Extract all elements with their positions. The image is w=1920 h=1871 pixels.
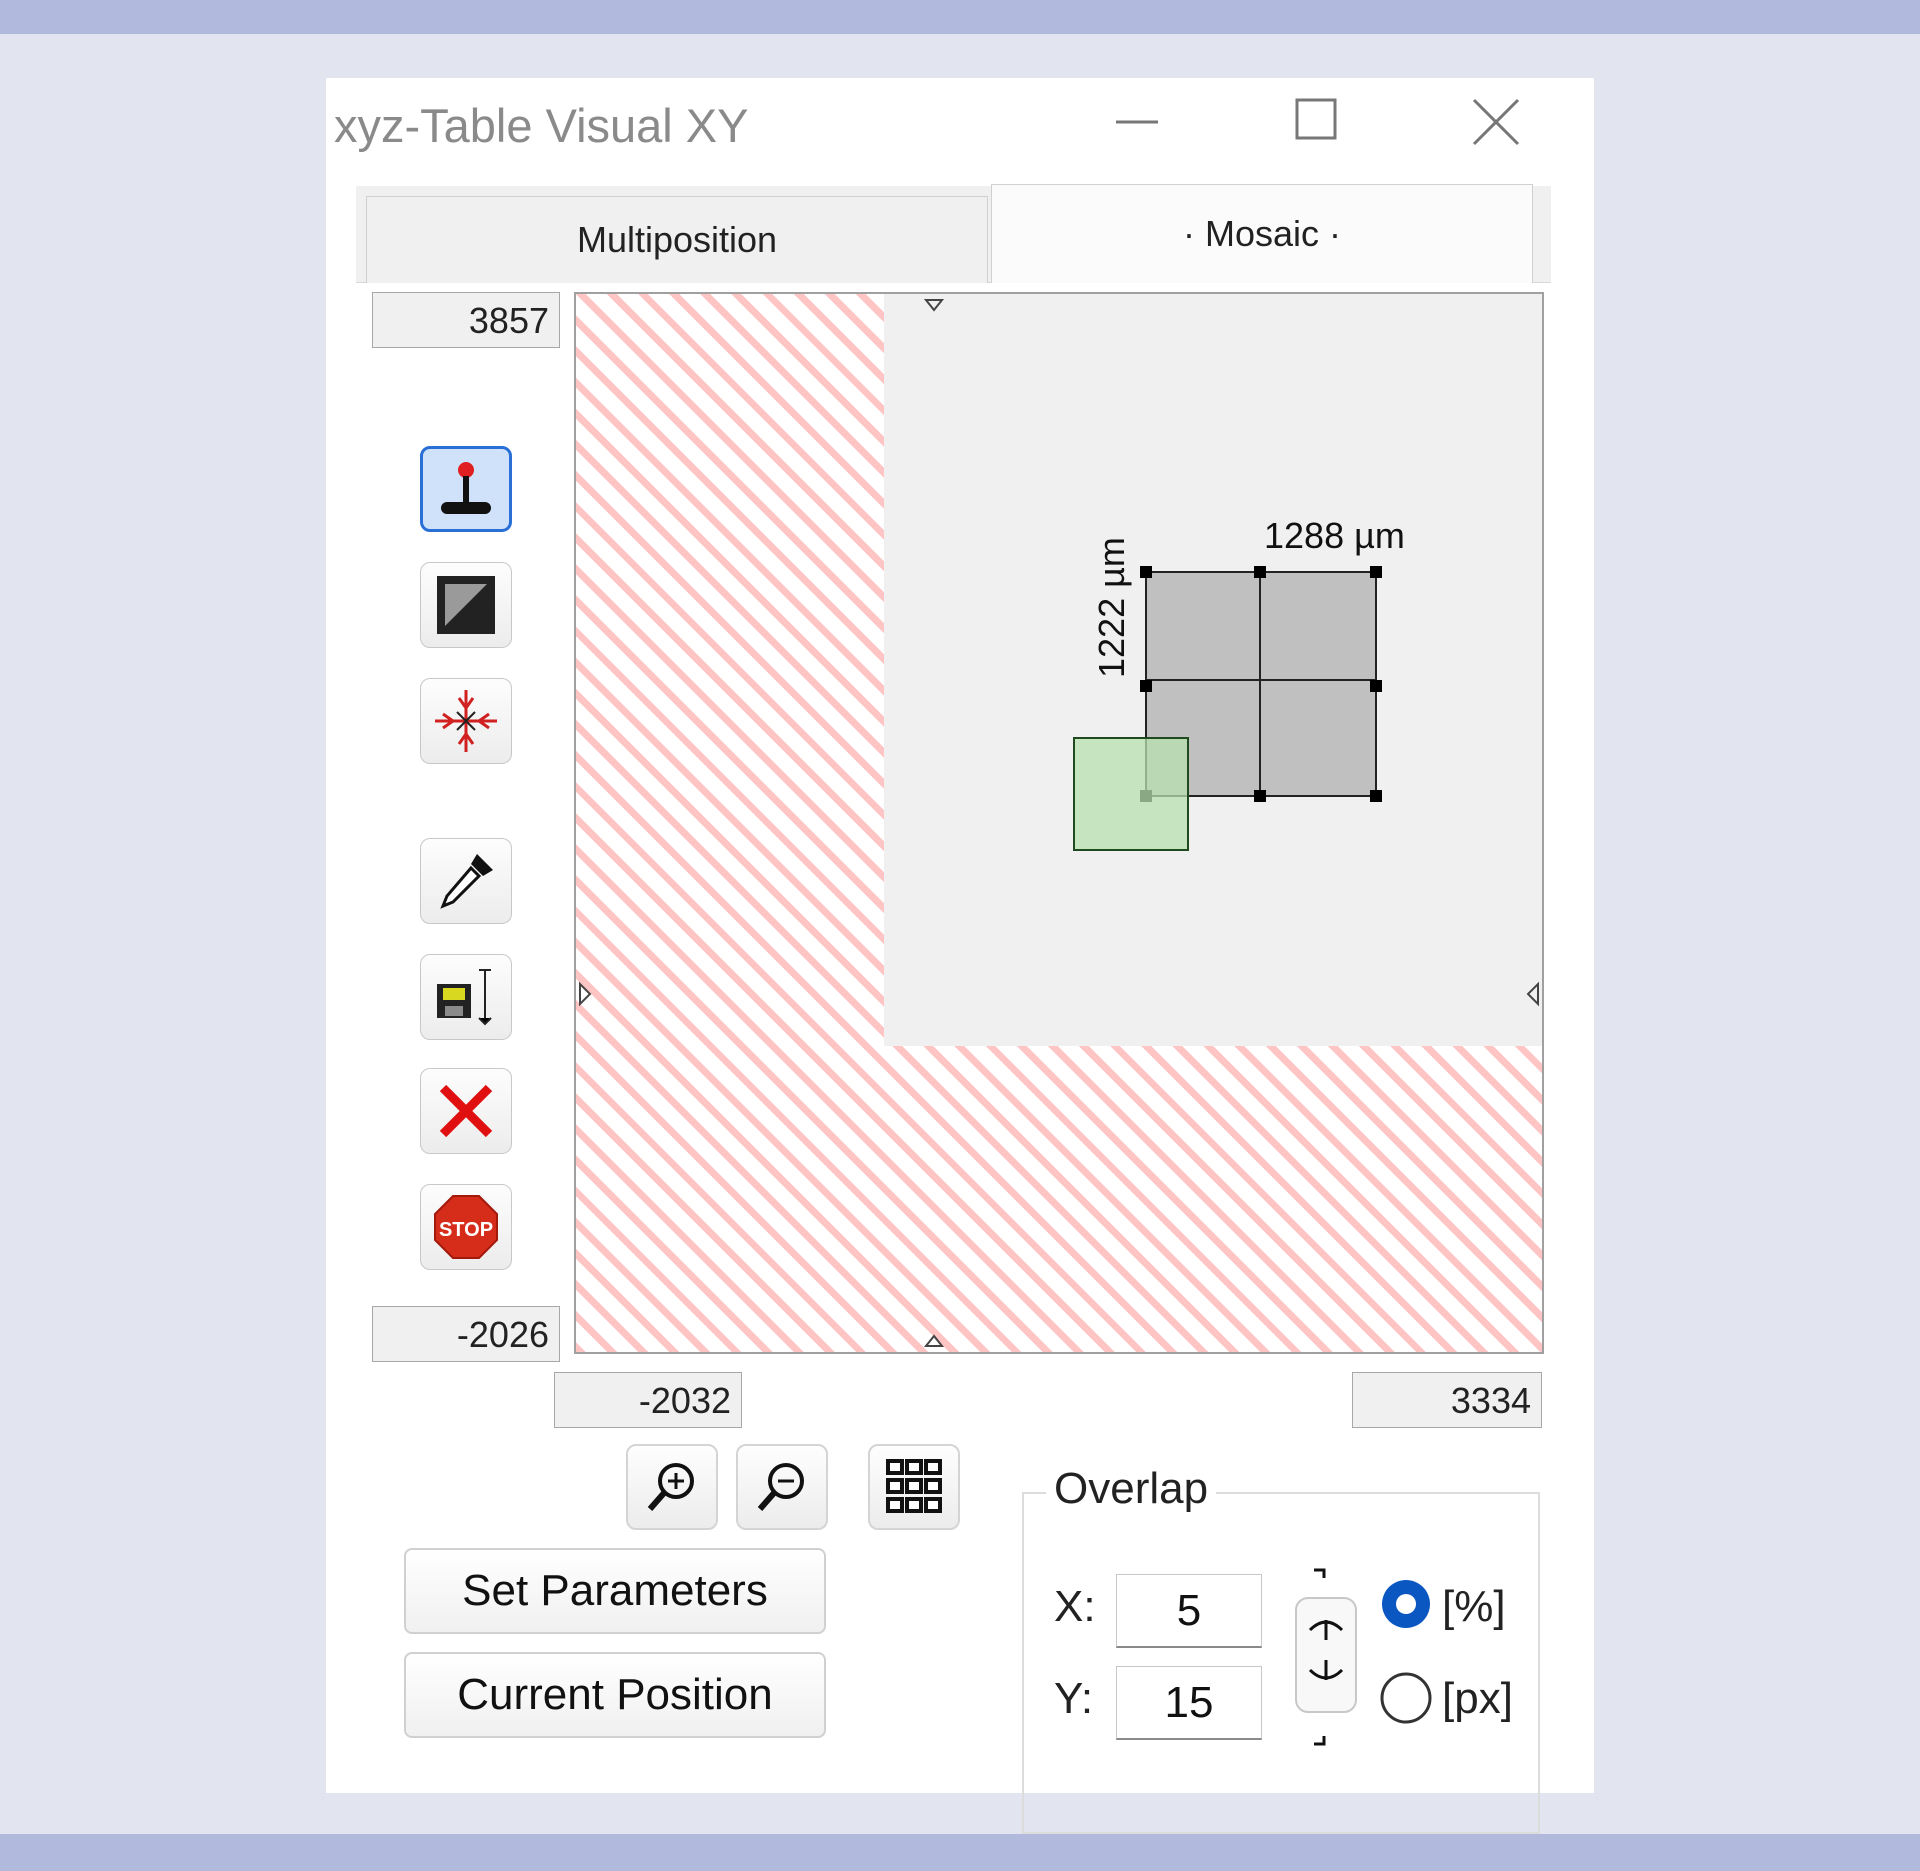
background-band-top [0,0,1920,34]
grid-icon [886,1459,942,1513]
save-position-button[interactable] [420,954,512,1040]
stop-button[interactable]: STOP [420,1184,512,1270]
overlap-link-toggle[interactable] [1292,1564,1362,1754]
link-icon [1295,1568,1357,1746]
tab-bar: Multiposition · Mosaic · [356,184,1551,283]
save-position-icon [437,969,492,1026]
contrast-icon [437,576,495,634]
stage-canvas[interactable]: 1288 µm 1222 µm [574,292,1544,1354]
close-icon [1472,98,1520,146]
unit-percent-radio[interactable] [1378,1576,1434,1632]
unit-percent-label: [%] [1442,1582,1506,1631]
overlap-group: Overlap X: 5 Y: 15 [%] [px] [1022,1464,1540,1834]
y-max-field[interactable]: 3857 [372,292,560,348]
stage-map: 1288 µm 1222 µm [579,294,1542,1347]
set-parameters-button[interactable]: Set Parameters [404,1548,826,1634]
zoom-out-icon [757,1463,804,1511]
stop-icon: STOP [434,1195,498,1259]
tab-multiposition[interactable]: Multiposition [366,196,988,283]
zoom-in-icon [647,1463,694,1511]
overlap-x-input[interactable]: 5 [1116,1574,1262,1648]
eyedropper-button[interactable] [420,838,512,924]
current-fov [1073,737,1189,851]
overlap-label: Overlap [1046,1464,1217,1514]
current-position-label: Current Position [457,1670,773,1719]
center-target-button[interactable] [420,678,512,764]
window-title: xyz-Table Visual XY [334,99,749,152]
overlap-x-label: X: [1054,1582,1096,1631]
unit-px-radio[interactable] [1378,1670,1434,1726]
maximize-icon [1295,98,1337,140]
tile-width-label: 1288 µm [1264,515,1405,556]
overlap-y-input[interactable]: 15 [1116,1666,1262,1740]
overlap-y-label: Y: [1054,1674,1094,1723]
x-min-field[interactable]: -2032 [554,1372,742,1428]
unit-px-label: [px] [1442,1674,1513,1723]
maximize-button[interactable] [1261,84,1371,174]
zoom-out-button[interactable] [736,1444,828,1530]
tab-multiposition-label: Multiposition [576,219,778,260]
delete-button[interactable] [420,1068,512,1154]
svg-text:STOP: STOP [439,1219,493,1241]
xyz-table-window: xyz-Table Visual XY Multiposition · Mosa… [326,78,1594,1834]
close-button[interactable] [1446,84,1556,174]
contrast-button[interactable] [420,562,512,648]
y-min-field[interactable]: -2026 [372,1306,560,1362]
x-max-field[interactable]: 3334 [1352,1372,1542,1428]
joystick-icon [441,462,491,514]
current-position-button[interactable]: Current Position [404,1652,826,1738]
radio-unselected-icon [1380,1672,1432,1724]
background-band-bottom [0,1834,1920,1871]
set-parameters-label: Set Parameters [462,1566,768,1615]
grid-button[interactable] [868,1444,960,1530]
tab-mosaic[interactable]: · Mosaic · [991,184,1533,283]
delete-icon [439,1084,493,1138]
center-target-icon [435,690,497,752]
tab-mosaic-label: · Mosaic · [1182,213,1341,254]
minimize-icon [1116,120,1158,124]
minimize-button[interactable] [1086,84,1196,174]
eyedropper-icon [440,854,493,909]
joystick-button[interactable] [420,446,512,532]
zoom-in-button[interactable] [626,1444,718,1530]
tile-height-label: 1222 µm [1091,537,1132,678]
radio-selected-icon [1382,1580,1430,1628]
